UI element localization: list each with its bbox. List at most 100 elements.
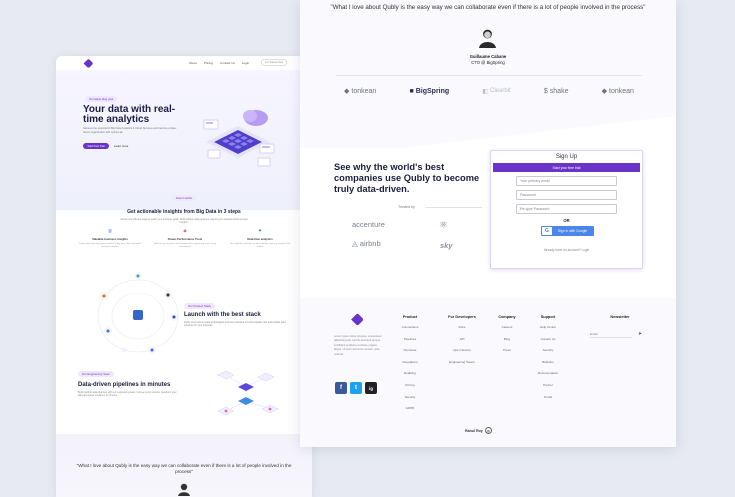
trusted-by-label: Trusted by — [398, 205, 415, 209]
hero-pill[interactable]: Our latest blog post — [85, 96, 118, 102]
brand-logos: ◆ tonkean ■ BigSpring ◧ Clearbit $ shake ◆ to… — [344, 87, 634, 96]
feature-text: Build on top of proven tools designed fo… — [153, 243, 217, 248]
footer-link[interactable]: Pricing — [395, 383, 425, 387]
footer-link[interactable]: GDPR — [395, 406, 425, 410]
steps-title: Get actionable insights from Big Data in… — [127, 209, 241, 215]
footer-link[interactable]: Open Source — [441, 348, 483, 352]
send-icon[interactable]: ➤ — [638, 331, 642, 337]
footer-link[interactable]: Engineering Teams — [441, 360, 483, 364]
square-icon: ■ — [409, 87, 414, 95]
flame-icon: ◆ — [344, 88, 350, 95]
newsletter: Newsletter ➤ — [590, 315, 650, 338]
accenture-logo: accenture — [352, 220, 385, 229]
footer-credit: Rahul Roy ◎ — [465, 427, 492, 434]
person-role: CTO @ BigSpring — [471, 59, 505, 65]
footer-link[interactable]: Enabling — [395, 371, 425, 375]
cube-icon: ◧ — [482, 88, 489, 95]
footer-column-developers: For Developers Docs API Open Source Engi… — [441, 315, 483, 371]
or-separator: OR — [563, 218, 570, 223]
stack-title: Launch with the best stack — [184, 312, 261, 318]
footer-link[interactable]: API — [441, 337, 483, 341]
stack-pill: Our Product Stack — [184, 303, 215, 309]
footer-link[interactable]: Portal — [532, 395, 564, 399]
footer-column-title: Product — [402, 315, 418, 319]
footer-link[interactable]: Blog — [494, 337, 520, 341]
feature-title: Real-time analytics — [247, 237, 273, 241]
footer-column-company: Company Careers Blog Press — [494, 315, 520, 360]
footer-link[interactable]: Documentation — [532, 371, 564, 375]
footer-link[interactable]: Press — [494, 348, 520, 352]
get-started-button[interactable]: Get Started Now — [261, 59, 287, 66]
footer-column-title: Company — [498, 315, 516, 319]
feature-item: ▥ Valuable business insights Collect dat… — [78, 227, 142, 249]
footer-link[interactable]: Connections — [395, 325, 425, 329]
start-trial-button[interactable]: Start Free Trial — [83, 143, 109, 149]
stack-subtitle: Qubly uses best-in-class technologies an… — [184, 321, 286, 328]
newsletter-form: ➤ — [590, 330, 650, 338]
feature-item: ⚑ Real-time analytics Get notified in re… — [228, 227, 292, 249]
testimonial-quote: "What I love about Qubly is the easy way… — [76, 463, 292, 474]
footer-link[interactable]: Personas — [395, 348, 425, 352]
s-mark-icon: $ — [543, 87, 548, 95]
footer-link[interactable]: Docs — [441, 325, 483, 329]
footer-column-title: For Developers — [448, 315, 476, 319]
feature-text: Get notified in real time on what matter… — [229, 243, 291, 248]
avatar — [178, 483, 190, 496]
twitter-icon[interactable]: t — [350, 382, 362, 394]
footer-link[interactable]: Help Center — [532, 325, 564, 329]
signup-section: See why the world's best companies use Q… — [300, 148, 676, 298]
feature-text: Collect data from any source and let Qub… — [78, 243, 142, 248]
footer-link[interactable]: Security — [532, 348, 564, 352]
nav-link-contact[interactable]: Contact Us — [220, 61, 235, 65]
pipeline-title: Data-driven pipelines in minutes — [78, 382, 171, 388]
pipeline-pill: Our Engineering Team — [78, 371, 114, 377]
footer-link[interactable]: Careers — [494, 325, 520, 329]
tonkean-logo: ◆ tonkean — [344, 87, 377, 96]
person-name: Guillaume Cabane — [469, 54, 507, 59]
footer-link[interactable]: Bulletins — [532, 360, 564, 364]
divider — [336, 75, 642, 76]
airbnb-logo: ◬ airbnb — [352, 239, 381, 248]
testimonial-section: "What I love about Qubly is the easy way… — [56, 434, 312, 497]
google-signin-button[interactable]: G Sign in with Google — [541, 226, 594, 236]
footer-link[interactable]: Partner — [532, 383, 564, 387]
email-field[interactable] — [516, 176, 617, 186]
nav-link-about[interactable]: About — [189, 61, 197, 65]
facebook-icon[interactable]: f — [335, 382, 347, 394]
footer-link[interactable]: Contact Us — [532, 337, 564, 341]
nav-link-login[interactable]: Login — [242, 61, 249, 65]
isometric-data-illustration — [203, 110, 275, 167]
signup-headline: See why the world's best companies use Q… — [334, 162, 480, 194]
newsletter-title: Newsletter — [610, 315, 630, 319]
hero-subtitle: Harness the potential of Big Data Analyt… — [83, 127, 177, 134]
login-link[interactable]: Already have an account? Login — [491, 248, 642, 252]
react-logo: ⚛ — [439, 220, 448, 231]
nav-link-pricing[interactable]: Pricing — [204, 61, 213, 65]
qubly-logo-icon[interactable] — [83, 58, 94, 69]
sky-logo: sky — [440, 241, 453, 250]
footer-column-title: Support — [540, 315, 556, 319]
google-icon: G — [545, 228, 549, 234]
pipeline-section: Our Engineering Team Data-driven pipelin… — [78, 362, 178, 397]
bigspring-logo: ■ BigSpring — [409, 87, 450, 95]
google-signin-label: Sign in with Google — [552, 227, 593, 235]
footer-link[interactable]: Security — [395, 395, 425, 399]
footer-link[interactable]: Pipelines — [395, 337, 425, 341]
footer-link[interactable]: Integrations — [395, 360, 425, 364]
learn-more-link[interactable]: Learn more — [114, 143, 128, 149]
steps-subtitle: Simple and efficient steps to reach your… — [120, 218, 248, 225]
credit-name: Rahul Roy — [465, 428, 483, 433]
testimonial-quote: "What I love about Qubly is the easy way… — [330, 4, 646, 11]
shake-logo: $ shake — [543, 87, 569, 95]
avatar — [479, 29, 496, 48]
retype-password-field[interactable] — [516, 204, 617, 214]
qubly-logo-icon[interactable] — [351, 313, 364, 326]
newsletter-email-input[interactable] — [590, 330, 632, 338]
hero-title: Your data with real-time analytics — [83, 104, 176, 125]
steps-pill: How it works — [172, 195, 196, 201]
instagram-icon[interactable]: ig — [365, 382, 377, 394]
password-field[interactable] — [516, 190, 617, 200]
tech-stack-orbit-illustration — [97, 272, 179, 354]
steps-section: How it works Get actionable insights fro… — [56, 186, 312, 224]
dribbble-icon[interactable]: ◎ — [484, 427, 492, 434]
